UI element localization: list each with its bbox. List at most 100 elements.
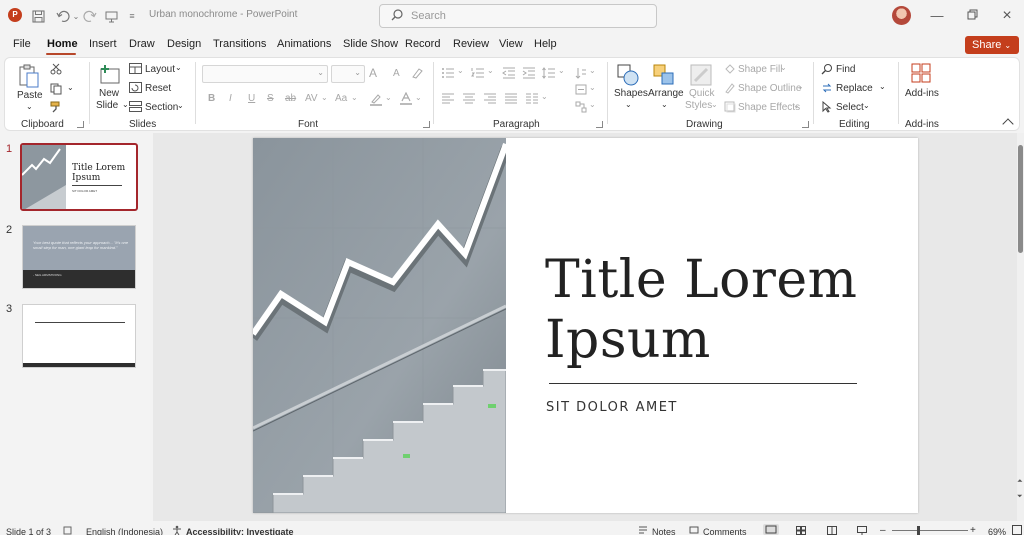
next-slide-icon[interactable]: ⏷ [1017,493,1023,501]
copy-icon[interactable] [50,83,62,95]
tab-record[interactable]: Record [405,38,440,50]
language-indicator[interactable]: English (Indonesia) [86,527,163,535]
replace-label[interactable]: Replace [836,83,873,94]
reset-label[interactable]: Reset [145,83,171,94]
bullets-dropdown-icon[interactable]: ⌄ [457,66,464,75]
replace-dropdown-icon[interactable]: ⌄ [879,82,886,91]
close-icon[interactable]: × [997,6,1017,26]
arrange-label[interactable]: Arrange [648,88,684,99]
shape-effects-dropdown-icon[interactable]: ⌄ [793,101,800,110]
text-direction-icon[interactable] [575,67,587,79]
line-spacing-dropdown-icon[interactable]: ⌄ [558,66,565,75]
slide-sorter-icon[interactable] [796,526,806,535]
layout-dropdown-icon[interactable]: ⌄ [175,63,182,72]
vertical-scrollbar-thumb[interactable] [1018,145,1023,253]
normal-view-icon[interactable] [763,524,779,535]
increase-indent-icon[interactable] [522,67,536,79]
character-spacing-dropdown-icon[interactable]: ⌄ [321,93,328,102]
shape-effects-icon[interactable] [724,101,736,113]
undo-dropdown-icon[interactable]: ⌄ [72,7,80,25]
share-button[interactable]: Share ⌄ [965,36,1019,54]
columns-dropdown-icon[interactable]: ⌄ [541,92,548,101]
reset-icon[interactable] [129,82,142,93]
arrange-icon[interactable] [652,63,676,87]
change-case-dropdown-icon[interactable]: ⌄ [351,93,358,102]
new-slide-dropdown-icon[interactable]: ⌄ [122,100,129,109]
cut-icon[interactable] [50,63,62,75]
tab-help[interactable]: Help [534,38,557,50]
redo-icon[interactable] [82,7,98,25]
previous-slide-icon[interactable]: ⏶ [1017,478,1023,486]
italic-button[interactable]: I [229,93,232,104]
quick-styles-label-1[interactable]: Quick [689,88,715,99]
line-spacing-icon[interactable] [542,67,556,79]
shape-outline-icon[interactable] [724,82,736,94]
align-right-icon[interactable] [483,93,497,105]
reading-view-icon[interactable] [827,526,837,535]
layout-icon[interactable] [129,63,142,74]
present-from-beginning-icon[interactable] [103,7,119,25]
increase-font-size-icon[interactable]: A [369,66,377,80]
new-slide-label-1[interactable]: New [99,88,119,99]
arrange-dropdown-icon[interactable]: ⌄ [661,100,668,109]
tab-animations[interactable]: Animations [277,38,331,50]
vertical-scrollbar[interactable]: ⏶ ⏷ [1017,133,1024,521]
paragraph-launcher-icon[interactable] [596,121,603,128]
notes-button[interactable]: Notes [652,527,676,535]
quick-styles-dropdown-icon[interactable]: ⌄ [711,100,718,109]
accessibility-status[interactable]: Accessibility: Investigate [186,527,294,535]
smartart-dropdown-icon[interactable]: ⌄ [589,100,596,109]
section-dropdown-icon[interactable]: ⌄ [177,101,184,110]
zoom-slider-thumb[interactable] [917,526,920,535]
replace-icon[interactable] [821,82,833,94]
minimize-icon[interactable]: — [927,6,947,26]
tab-slide-show[interactable]: Slide Show [343,38,398,50]
underline-button[interactable]: U [248,93,255,104]
quick-styles-label-2[interactable]: Styles [685,100,712,111]
collapse-ribbon-icon[interactable] [1002,118,1014,130]
text-shadow-button[interactable]: ab [285,93,296,104]
customize-toolbar-icon[interactable]: ≡ [127,7,137,25]
decrease-font-size-icon[interactable]: A [393,68,400,79]
new-slide-icon[interactable] [98,63,122,87]
text-direction-dropdown-icon[interactable]: ⌄ [589,66,596,75]
justify-icon[interactable] [504,93,518,105]
slide-thumbnail-2[interactable]: Your best quote that reflects your appro… [22,225,136,289]
align-center-icon[interactable] [462,93,476,105]
shape-outline-dropdown-icon[interactable]: ⌄ [797,82,804,91]
slide-thumbnail-1[interactable]: Title Lorem Ipsum SIT DOLOR AMET [20,143,138,211]
zoom-out-icon[interactable]: – [880,525,886,535]
find-icon[interactable] [821,63,833,75]
tab-transitions[interactable]: Transitions [213,38,266,50]
shape-fill-dropdown-icon[interactable]: ⌄ [780,63,787,72]
shape-fill-icon[interactable] [724,63,736,75]
paste-icon[interactable] [17,63,41,89]
font-color-dropdown-icon[interactable]: ⌄ [415,93,422,102]
decrease-indent-icon[interactable] [502,67,516,79]
comments-button[interactable]: Comments [703,527,747,535]
slide-canvas[interactable]: Title Lorem Ipsum SIT DOLOR AMET [253,138,918,513]
comments-icon[interactable] [689,526,699,535]
columns-icon[interactable] [525,93,539,105]
paste-dropdown-icon[interactable]: ⌄ [26,102,33,111]
undo-icon[interactable] [54,7,72,25]
clear-formatting-icon[interactable] [411,67,423,79]
clipboard-launcher-icon[interactable] [77,121,84,128]
tab-design[interactable]: Design [167,38,201,50]
select-dropdown-icon[interactable]: ⌄ [863,101,870,110]
copy-dropdown-icon[interactable]: ⌄ [67,83,74,92]
new-slide-label-2[interactable]: Slide [96,100,118,111]
spelling-icon[interactable] [63,526,72,535]
drawing-launcher-icon[interactable] [802,121,809,128]
format-painter-icon[interactable] [50,101,62,113]
bullets-icon[interactable] [441,67,455,79]
tab-home[interactable]: Home [47,38,78,50]
font-launcher-icon[interactable] [423,121,430,128]
accessibility-icon[interactable] [172,525,182,535]
font-family-dropdown[interactable]: ⌄ [202,65,328,83]
select-icon[interactable] [821,101,833,113]
tab-view[interactable]: View [499,38,523,50]
quick-styles-icon[interactable] [689,63,713,87]
tab-review[interactable]: Review [453,38,489,50]
shape-outline-label[interactable]: Shape Outline [738,83,801,94]
